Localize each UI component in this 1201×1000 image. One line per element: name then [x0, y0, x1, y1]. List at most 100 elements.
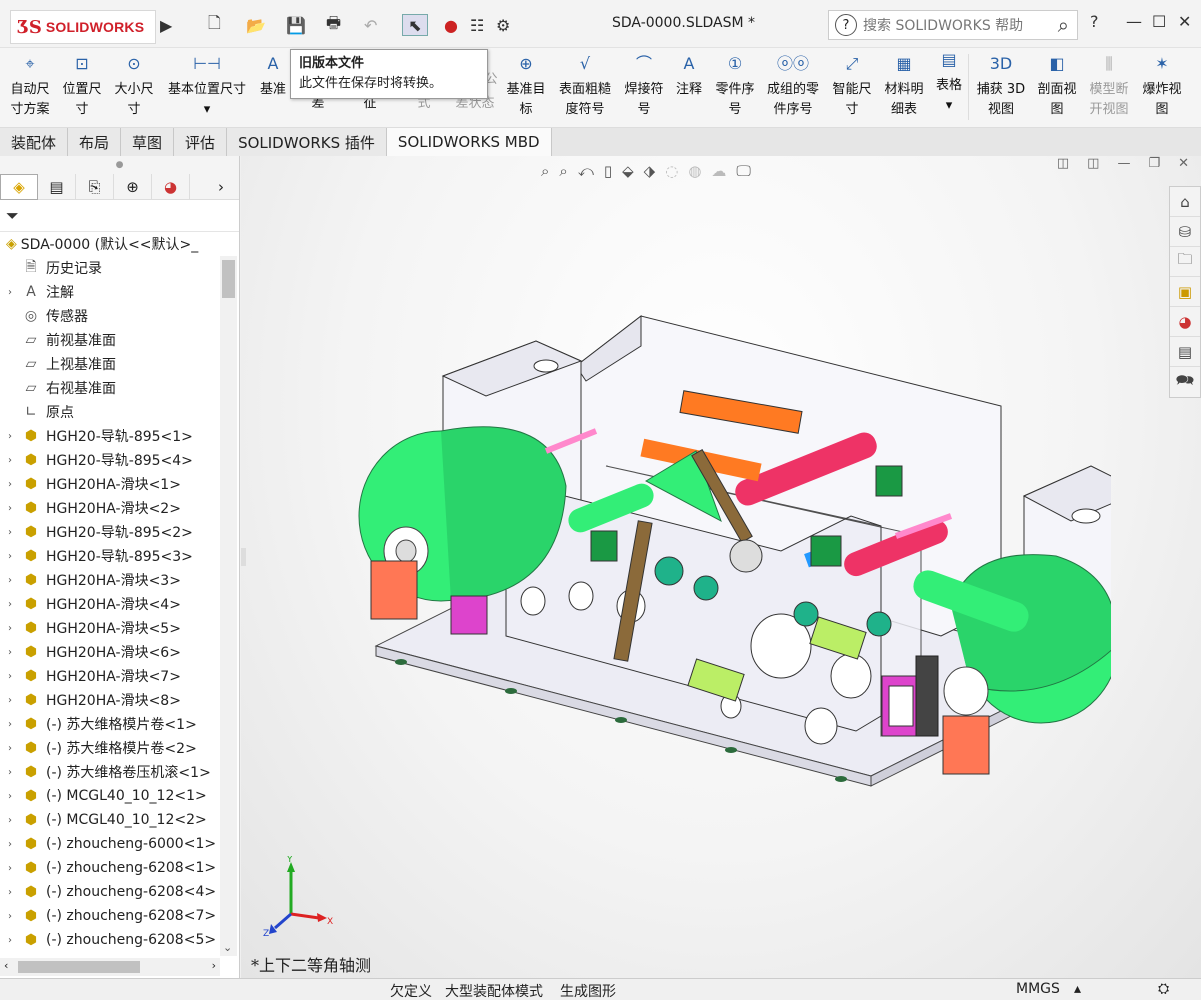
save-icon[interactable]: 💾	[286, 14, 306, 36]
model-break-view-button[interactable]: ⫼ 模型断 开视图	[1084, 54, 1134, 120]
expand-arrow-icon[interactable]: ›	[0, 911, 20, 922]
expand-arrow-icon[interactable]: ›	[0, 719, 20, 730]
expand-arrow-icon[interactable]: ›	[0, 791, 20, 802]
graphics-area[interactable]: ‹ ⌕ ⌕ ⤺ ▯ ⬙ ⬗ ◌ ◍ ☁ 🖵 ◫ ◫ — ❐ ✕ ⌂ ⛁ 🗀 ▣ …	[241, 156, 1201, 978]
note-button[interactable]: A 注释	[672, 54, 706, 100]
custom-properties-icon[interactable]: ▤	[1170, 337, 1200, 367]
expand-menu-icon[interactable]: ▶	[160, 14, 172, 36]
expand-arrow-icon[interactable]: ›	[0, 455, 20, 466]
doc-close-icon[interactable]: ✕	[1178, 156, 1189, 171]
expand-arrow-icon[interactable]: ›	[0, 815, 20, 826]
tree-item[interactable]: › ⬢ (-) zhoucheng-6208<7>	[0, 904, 239, 928]
expand-arrow-icon[interactable]: ›	[0, 863, 20, 874]
display-style-icon[interactable]: ⬗	[644, 162, 656, 180]
expand-arrow-icon[interactable]: ›	[0, 287, 20, 298]
expand-arrow-icon[interactable]: ›	[0, 623, 20, 634]
view-orientation-icon[interactable]: ⬙	[622, 162, 634, 180]
expand-arrow-icon[interactable]: ›	[0, 671, 20, 682]
units-selector[interactable]: MMGS	[1016, 981, 1060, 997]
auto-dimension-button[interactable]: ⌖ 自动尺 寸方案	[4, 54, 56, 120]
close-icon[interactable]: ✕	[1178, 12, 1191, 31]
tree-item[interactable]: › ⬢ (-) zhoucheng-6000<1>	[0, 832, 239, 856]
solidworks-logo[interactable]: ƷS SOLIDWORKS	[10, 10, 156, 44]
location-dimension-button[interactable]: ⊡ 位置尺寸	[58, 54, 106, 120]
expand-arrow-icon[interactable]: ›	[0, 575, 20, 586]
feature-manager-tab-icon[interactable]: ◈	[0, 173, 38, 200]
view-settings-icon[interactable]: 🖵	[736, 162, 750, 180]
previous-view-icon[interactable]: ⤺	[578, 162, 594, 180]
scroll-left-icon[interactable]: ‹	[4, 959, 8, 972]
forum-icon[interactable]: 🗪	[1170, 367, 1200, 397]
tab-layout[interactable]: 布局	[68, 128, 122, 156]
tree-item[interactable]: 🗎 历史记录	[0, 256, 239, 280]
configuration-manager-tab-icon[interactable]: ⎘	[76, 173, 114, 200]
tree-item[interactable]: ▱ 前视基准面	[0, 328, 239, 352]
tile-left-icon[interactable]: ◫	[1057, 156, 1069, 171]
home-icon[interactable]: ⌂	[1170, 187, 1200, 217]
tree-item[interactable]: › ⬢ (-) 苏大维格卷压机滚<1>	[0, 760, 239, 784]
tree-item[interactable]: › ⬢ (-) zhoucheng-6208<5>	[0, 928, 239, 952]
status-customize-icon[interactable]: ⛭	[1158, 981, 1169, 997]
expand-arrow-icon[interactable]: ›	[0, 839, 20, 850]
panel-grip[interactable]: ●	[0, 156, 239, 174]
undo-icon[interactable]: ↶	[364, 14, 377, 36]
tree-item[interactable]: › ⬢ HGH20-导轨-895<2>	[0, 520, 239, 544]
open-document-icon[interactable]: 📂	[246, 14, 266, 36]
scroll-right-icon[interactable]: ›	[212, 959, 216, 972]
rebuild-traffic-light-icon[interactable]: ●	[444, 14, 458, 36]
tile-right-icon[interactable]: ◫	[1087, 156, 1099, 171]
tree-item[interactable]: › ⬢ HGH20HA-滑块<8>	[0, 688, 239, 712]
expand-arrow-icon[interactable]: ›	[0, 479, 20, 490]
help-question-icon[interactable]: ?	[835, 14, 857, 36]
doc-restore-icon[interactable]: ❐	[1148, 156, 1160, 171]
tree-item[interactable]: › ⬢ HGH20-导轨-895<3>	[0, 544, 239, 568]
tree-root[interactable]: ◈ SDA-0000 (默认<<默认>_	[0, 232, 239, 256]
assembly-model-image[interactable]	[351, 306, 1111, 846]
tree-item[interactable]: › ⬢ (-) 苏大维格模片卷<1>	[0, 712, 239, 736]
expand-arrow-icon[interactable]: ›	[0, 887, 20, 898]
new-document-icon[interactable]: 🗋	[208, 13, 221, 36]
hide-show-icon[interactable]: ◌	[665, 162, 678, 180]
tree-item[interactable]: ▱ 上视基准面	[0, 352, 239, 376]
expand-arrow-icon[interactable]: ›	[0, 767, 20, 778]
file-properties-icon[interactable]: ☷	[470, 14, 484, 36]
basic-location-dimension-button[interactable]: ⊢⊣ 基本位置尺寸 ▾	[162, 54, 252, 120]
tab-evaluate[interactable]: 评估	[174, 128, 228, 156]
tree-item[interactable]: › ⬢ (-) zhoucheng-6208<1>	[0, 856, 239, 880]
property-manager-tab-icon[interactable]: ▤	[38, 173, 76, 200]
balloon-button[interactable]: ① 零件序号	[710, 54, 760, 120]
tree-vertical-scrollbar[interactable]: ⌄	[220, 256, 237, 956]
help-search-box[interactable]: ? 搜索 SOLIDWORKS 帮助 ⌕	[828, 10, 1078, 40]
panel-collapse-handle[interactable]: ‹	[241, 548, 246, 566]
file-explorer-icon[interactable]: 🗀	[1170, 247, 1200, 277]
tree-item[interactable]: › ⬢ (-) MCGL40_10_12<1>	[0, 784, 239, 808]
tree-item[interactable]: › ⬢ HGH20HA-滑块<1>	[0, 472, 239, 496]
select-pointer-icon[interactable]: ⬉	[402, 14, 428, 36]
datum-target-button[interactable]: ⊕ 基准目标	[502, 54, 550, 120]
tab-assembly[interactable]: 装配体	[0, 128, 69, 156]
dimxpert-manager-tab-icon[interactable]: ⊕	[114, 173, 152, 200]
capture-3d-view-button[interactable]: 3D 捕获 3D 视图	[972, 54, 1030, 120]
expand-arrow-icon[interactable]: ›	[0, 527, 20, 538]
expand-arrow-icon[interactable]: ›	[0, 503, 20, 514]
explode-view-button[interactable]: ✶ 爆炸视图	[1136, 54, 1188, 120]
tree-item[interactable]: ◎ 传感器	[0, 304, 239, 328]
tree-item[interactable]: › ⬢ HGH20HA-滑块<2>	[0, 496, 239, 520]
scroll-down-icon[interactable]: ⌄	[223, 941, 232, 954]
bom-button[interactable]: ▦ 材料明 细表	[880, 54, 928, 120]
units-dropdown-icon[interactable]: ▴	[1074, 981, 1081, 997]
tree-item[interactable]: › ⬢ HGH20HA-滑块<3>	[0, 568, 239, 592]
tree-item[interactable]: › ⬢ HGH20HA-滑块<6>	[0, 640, 239, 664]
expand-arrow-icon[interactable]: ›	[0, 935, 20, 946]
tabs-next-icon[interactable]: ›	[204, 174, 238, 200]
options-gear-icon[interactable]: ⚙	[496, 14, 510, 36]
tree-item[interactable]: › ⬢ (-) MCGL40_10_12<2>	[0, 808, 239, 832]
tree-item[interactable]: › ⬢ (-) zhoucheng-6208<4>	[0, 880, 239, 904]
expand-arrow-icon[interactable]: ›	[0, 647, 20, 658]
expand-arrow-icon[interactable]: ›	[0, 695, 20, 706]
tree-item[interactable]: › ⬢ HGH20HA-滑块<7>	[0, 664, 239, 688]
tree-horizontal-scrollbar[interactable]: ‹ ›	[0, 958, 220, 976]
tab-mbd[interactable]: SOLIDWORKS MBD	[386, 128, 552, 156]
tree-item[interactable]: › ⬢ HGH20HA-滑块<4>	[0, 592, 239, 616]
tree-item[interactable]: › ⬢ HGH20-导轨-895<4>	[0, 448, 239, 472]
